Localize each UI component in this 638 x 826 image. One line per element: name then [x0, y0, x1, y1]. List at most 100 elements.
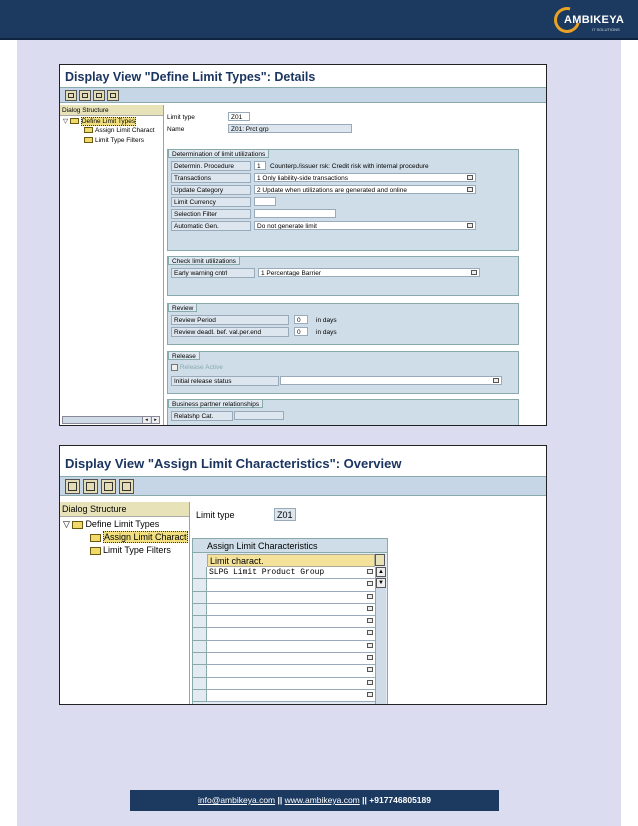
dropdown-icon[interactable]: [367, 618, 373, 624]
limit-type-field[interactable]: Z01: [228, 112, 250, 121]
transactions-select[interactable]: 1 Only liability-side transactions: [254, 173, 476, 182]
review-deadline-field[interactable]: 0: [294, 327, 308, 336]
review-deadline-unit: in days: [316, 329, 337, 336]
scroll-left-icon[interactable]: ◂: [142, 417, 150, 423]
checkbox-icon[interactable]: [171, 364, 178, 371]
horizontal-scrollbar[interactable]: ◂ ▸: [62, 416, 160, 424]
folder-icon: [84, 137, 93, 144]
table-title: Assign Limit Characteristics: [193, 539, 387, 553]
table-row[interactable]: [207, 591, 375, 604]
brand-logo: AMBIKEYA IT SOLUTIONS: [549, 2, 624, 38]
tree-item-define-limit-types[interactable]: ▽ Define Limit Types: [60, 116, 163, 126]
limit-type-label: Limit type: [196, 510, 235, 520]
early-warning-select[interactable]: 1 Percentage Barrier: [258, 268, 480, 277]
tree-item-assign-limit-charact[interactable]: Assign Limit Charact: [60, 530, 189, 543]
phone-number: +917746805189: [369, 795, 431, 805]
review-period-field[interactable]: 0: [294, 315, 308, 324]
dropdown-icon[interactable]: [367, 630, 373, 636]
table-row[interactable]: [207, 603, 375, 617]
column-header-limit-charact[interactable]: Limit charact.: [207, 554, 375, 567]
next-entry-icon[interactable]: [93, 90, 105, 101]
dropdown-icon[interactable]: [367, 655, 373, 661]
previous-entry-icon[interactable]: [79, 90, 91, 101]
table-row[interactable]: [207, 665, 375, 678]
tree-item-define-limit-types[interactable]: ▽ Define Limit Types: [60, 517, 189, 530]
tree-expand-icon[interactable]: ▽: [63, 519, 70, 529]
table-row[interactable]: [207, 677, 375, 690]
row-selector-column[interactable]: [193, 567, 207, 704]
group-title: Check limit utilizations: [168, 256, 240, 265]
table-row[interactable]: [207, 653, 375, 666]
folder-open-icon: [69, 118, 79, 125]
tree-item-limit-type-filters[interactable]: Limit Type Filters: [60, 543, 189, 556]
dropdown-icon[interactable]: [493, 378, 499, 383]
display-change-icon[interactable]: [65, 90, 77, 101]
table-row[interactable]: SLPG Limit Product Group: [207, 567, 375, 580]
folder-icon: [84, 127, 93, 134]
display-change-icon[interactable]: [65, 479, 80, 494]
group-title: Business partner relationships: [168, 399, 264, 408]
scroll-down-icon[interactable]: ▼: [376, 578, 386, 588]
deselect-all-icon[interactable]: [119, 479, 134, 494]
dropdown-icon[interactable]: [467, 175, 473, 180]
dropdown-icon[interactable]: [467, 187, 473, 192]
selection-filter-label: Selection Filter: [171, 209, 251, 219]
dialog-structure-header: Dialog Structure: [60, 105, 163, 116]
selection-filter-field[interactable]: [254, 209, 336, 218]
dropdown-icon[interactable]: [471, 270, 477, 275]
dropdown-icon[interactable]: [367, 679, 373, 685]
table-row[interactable]: [207, 616, 375, 629]
determin-procedure-field[interactable]: 1: [254, 161, 266, 170]
table-row[interactable]: [207, 640, 375, 654]
screen-title: Display View "Define Limit Types": Detai…: [60, 65, 546, 85]
automatic-gen-select[interactable]: Do not generate limit: [254, 221, 476, 230]
limit-type-label: Limit type: [167, 114, 195, 121]
table-row[interactable]: [207, 689, 375, 703]
select-all-icon[interactable]: [101, 479, 116, 494]
group-title: Determination of limit utilizations: [168, 149, 270, 158]
table-row[interactable]: [207, 628, 375, 641]
dropdown-icon[interactable]: [367, 667, 373, 673]
website-link[interactable]: www.ambikeya.com: [285, 795, 360, 805]
determin-procedure-label: Determin. Procedure: [171, 161, 251, 171]
update-category-select[interactable]: 2 Update when utilizations are generated…: [254, 185, 476, 194]
release-active-checkbox[interactable]: Release Active: [171, 364, 223, 371]
review-period-label: Review Period: [171, 315, 289, 325]
tree-item-assign-limit-charact[interactable]: Assign Limit Charact: [60, 126, 163, 136]
dropdown-icon[interactable]: [367, 581, 373, 587]
table-view-icon[interactable]: [107, 90, 119, 101]
limit-characteristics-table: Assign Limit Characteristics Limit chara…: [192, 538, 388, 704]
vertical-scrollbar[interactable]: ▲ ▼: [375, 567, 386, 704]
early-warning-label: Early warning cntrl: [171, 268, 255, 278]
contact-footer: info@ambikeya.com || www.ambikeya.com ||…: [130, 790, 499, 811]
dropdown-icon[interactable]: [367, 605, 373, 611]
initial-release-status-select[interactable]: [280, 376, 502, 385]
dropdown-icon[interactable]: [367, 642, 373, 648]
dropdown-icon[interactable]: [467, 223, 473, 228]
name-label: Name: [167, 126, 185, 133]
scroll-right-icon[interactable]: ▸: [151, 417, 159, 423]
details-icon[interactable]: [83, 479, 98, 494]
limit-type-field[interactable]: Z01: [274, 508, 296, 521]
determination-group: Determination of limit utilizations Dete…: [167, 149, 519, 251]
name-field[interactable]: Z01: Prct grp: [228, 124, 352, 133]
top-banner: AMBIKEYA IT SOLUTIONS: [0, 0, 638, 40]
dropdown-icon[interactable]: [367, 691, 373, 697]
overview-area: Limit type Z01 Assign Limit Characterist…: [190, 502, 546, 704]
table-row[interactable]: [207, 579, 375, 592]
relatshp-cat-field[interactable]: [234, 411, 284, 420]
email-link[interactable]: info@ambikeya.com: [198, 795, 275, 805]
transactions-label: Transactions: [171, 173, 251, 183]
details-area: Limit type Z01 Name Z01: Prct grp Determ…: [164, 105, 546, 425]
dialog-structure-panel: Dialog Structure ▽ Define Limit Types As…: [60, 105, 164, 425]
table-rows: SLPG Limit Product Group: [207, 567, 375, 703]
brand-tagline: IT SOLUTIONS: [592, 27, 620, 32]
separator: ||: [362, 795, 367, 805]
dropdown-icon[interactable]: [367, 569, 373, 574]
limit-currency-field[interactable]: [254, 197, 276, 206]
tree-expand-icon[interactable]: ▽: [63, 118, 68, 125]
table-settings-icon[interactable]: [375, 554, 385, 566]
dropdown-icon[interactable]: [367, 593, 373, 599]
tree-item-limit-type-filters[interactable]: Limit Type Filters: [60, 136, 163, 146]
scroll-up-icon[interactable]: ▲: [376, 567, 386, 577]
